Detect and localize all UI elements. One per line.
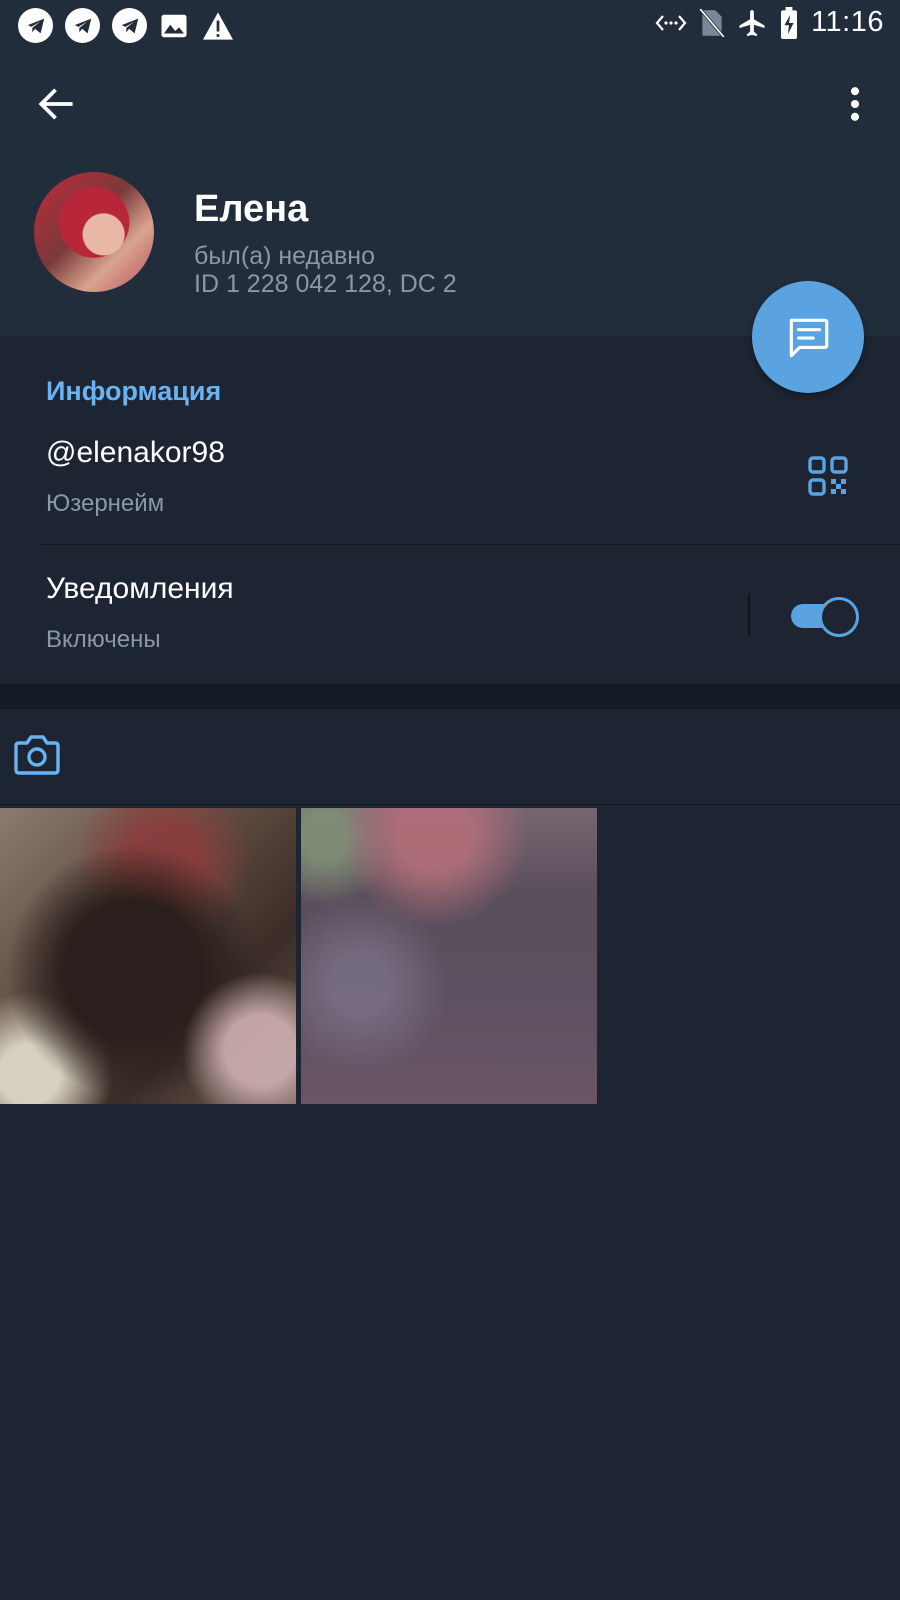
photo-thumbnail[interactable] xyxy=(0,808,296,1104)
notifications-toggle[interactable] xyxy=(789,596,859,637)
more-options-button[interactable] xyxy=(840,82,870,126)
status-bar: 11:16 xyxy=(0,0,900,50)
more-vertical-icon xyxy=(850,87,860,121)
warning-icon xyxy=(203,11,233,40)
qr-code-icon xyxy=(808,456,848,496)
notifications-status: Включены xyxy=(46,626,161,653)
notification-icons xyxy=(18,8,235,43)
system-icons: 11:16 xyxy=(655,6,884,39)
section-title-info: Информация xyxy=(46,376,222,406)
send-message-button[interactable] xyxy=(752,281,864,393)
notifications-title: Уведомления xyxy=(46,572,234,605)
profile-header: Елена был(а) недавно ID 1 228 042 128, D… xyxy=(0,50,900,336)
back-button[interactable] xyxy=(34,82,78,126)
camera-icon xyxy=(14,735,60,775)
photo-thumbnail[interactable] xyxy=(301,808,597,1104)
image-icon xyxy=(161,14,187,37)
divider xyxy=(748,594,750,636)
qr-code-button[interactable] xyxy=(808,456,848,496)
username-value: @elenakor98 xyxy=(46,436,225,469)
last-seen-text: был(а) недавно xyxy=(194,242,376,270)
info-section: Информация @elenakor98 Юзернейм Уведомле… xyxy=(0,336,900,684)
telegram-icon xyxy=(18,8,53,43)
telegram-icon xyxy=(65,8,100,43)
profile-status: был(а) недавно ID 1 228 042 128, DC 2 xyxy=(194,242,457,298)
clock: 11:16 xyxy=(811,6,884,38)
no-sim-icon xyxy=(699,7,726,38)
telegram-icon xyxy=(112,8,147,43)
avatar[interactable] xyxy=(34,172,154,292)
user-id-text: ID 1 228 042 128, DC 2 xyxy=(194,270,457,298)
divider xyxy=(40,544,900,545)
battery-charging-icon xyxy=(781,6,798,39)
tab-photos[interactable] xyxy=(14,733,62,827)
airplane-icon xyxy=(739,9,765,36)
username-label: Юзернейм xyxy=(46,490,165,517)
media-section xyxy=(0,709,900,1600)
arrow-left-icon xyxy=(38,88,73,120)
toggle-knob xyxy=(819,597,859,637)
tab-divider xyxy=(0,804,900,805)
message-icon xyxy=(789,318,829,358)
profile-name: Елена xyxy=(194,188,309,230)
data-transfer-icon xyxy=(655,14,687,31)
section-gap xyxy=(0,684,900,709)
